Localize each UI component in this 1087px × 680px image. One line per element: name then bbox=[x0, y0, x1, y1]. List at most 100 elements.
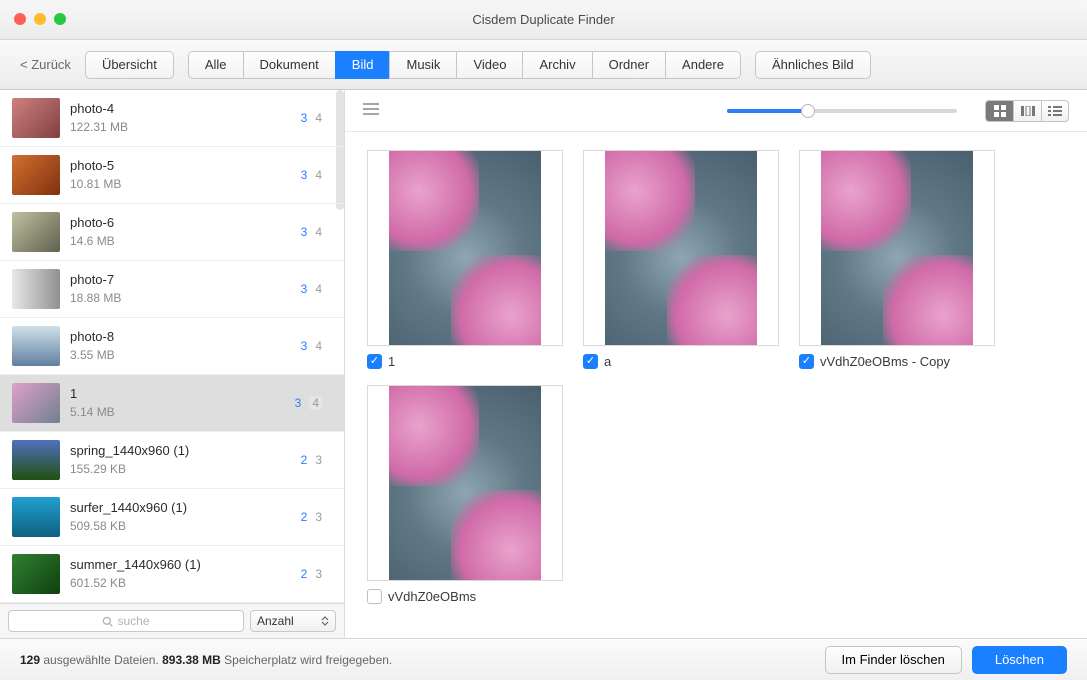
list-item-counts: 34 bbox=[295, 396, 322, 410]
overview-button[interactable]: Übersicht bbox=[85, 51, 174, 79]
close-icon[interactable] bbox=[14, 13, 26, 25]
thumbnail-grid: 1 a vVdhZ0eOBms - Copy vVdhZ0eOBms bbox=[367, 150, 1065, 604]
list-item-counts: 34 bbox=[301, 225, 322, 239]
delete-in-finder-button[interactable]: Im Finder löschen bbox=[825, 646, 962, 674]
list-thumbnail bbox=[12, 497, 60, 537]
list-item[interactable]: spring_1440x960 (1)155.29 KB23 bbox=[0, 432, 344, 489]
thumbnail-caption: a bbox=[583, 354, 783, 369]
list-item-counts: 23 bbox=[301, 567, 322, 581]
thumbnail-image bbox=[799, 150, 995, 346]
list-item-size: 10.81 MB bbox=[70, 177, 332, 193]
tab-ordner[interactable]: Ordner bbox=[592, 51, 665, 79]
select-checkbox[interactable] bbox=[583, 354, 598, 369]
stepper-icon bbox=[321, 616, 329, 626]
list-item-counts: 23 bbox=[301, 510, 322, 524]
search-input[interactable]: suche bbox=[8, 610, 244, 632]
back-button[interactable]: < Zurück bbox=[20, 57, 71, 72]
list-item-text: photo-8 3.55 MB bbox=[70, 329, 332, 363]
list-item-name: photo-8 bbox=[70, 329, 332, 346]
list-item-name: 1 bbox=[70, 386, 332, 403]
list-item[interactable]: summer_1440x960 (1) 601.52 KB23 bbox=[0, 546, 344, 603]
minimize-icon[interactable] bbox=[34, 13, 46, 25]
count-selected: 3 bbox=[301, 225, 308, 239]
list-view-button[interactable] bbox=[1041, 100, 1069, 122]
column-view-button[interactable] bbox=[1013, 100, 1041, 122]
tab-archiv[interactable]: Archiv bbox=[522, 51, 591, 79]
count-selected: 3 bbox=[301, 168, 308, 182]
list-thumbnail bbox=[12, 383, 60, 423]
select-checkbox[interactable] bbox=[367, 354, 382, 369]
grid-area[interactable]: 1 a vVdhZ0eOBms - Copy vVdhZ0eOBms bbox=[345, 132, 1087, 638]
thumbnail-size-slider[interactable] bbox=[727, 109, 957, 113]
tab-video[interactable]: Video bbox=[456, 51, 522, 79]
list-item[interactable]: photo-5 10.81 MB34 bbox=[0, 147, 344, 204]
view-mode-group bbox=[985, 100, 1069, 122]
list-thumbnail bbox=[12, 155, 60, 195]
count-total: 4 bbox=[315, 282, 322, 296]
thumbnail-label: 1 bbox=[388, 354, 395, 369]
list-item-name: surfer_1440x960 (1) bbox=[70, 500, 332, 517]
count-total: 4 bbox=[309, 396, 322, 410]
sort-select[interactable]: Anzahl bbox=[250, 610, 336, 632]
list-thumbnail bbox=[12, 269, 60, 309]
thumbnail-card[interactable]: 1 bbox=[367, 150, 567, 369]
list-item[interactable]: surfer_1440x960 (1) 509.58 KB23 bbox=[0, 489, 344, 546]
titlebar: Cisdem Duplicate Finder bbox=[0, 0, 1087, 40]
delete-button[interactable]: Löschen bbox=[972, 646, 1067, 674]
list-item[interactable]: photo-614.6 MB34 bbox=[0, 204, 344, 261]
count-total: 3 bbox=[315, 510, 322, 524]
list-item-name: spring_1440x960 (1) bbox=[70, 443, 332, 460]
list-item-text: photo-614.6 MB bbox=[70, 215, 332, 249]
count-total: 4 bbox=[315, 168, 322, 182]
list-item[interactable]: photo-83.55 MB34 bbox=[0, 318, 344, 375]
list-item[interactable]: photo-718.88 MB34 bbox=[0, 261, 344, 318]
tab-andere[interactable]: Andere bbox=[665, 51, 741, 79]
thumbnail-card[interactable]: a bbox=[583, 150, 783, 369]
sidebar: photo-4122.31 MB34photo-510.81 MB34photo… bbox=[0, 90, 345, 638]
maximize-icon[interactable] bbox=[54, 13, 66, 25]
tab-bild[interactable]: Bild bbox=[335, 51, 390, 79]
list-item-text: surfer_1440x960 (1) 509.58 KB bbox=[70, 500, 332, 534]
list-item-size: 509.58 KB bbox=[70, 519, 332, 535]
count-selected: 3 bbox=[301, 111, 308, 125]
list-item-size: 601.52 KB bbox=[70, 576, 332, 592]
select-checkbox[interactable] bbox=[367, 589, 382, 604]
file-list[interactable]: photo-4122.31 MB34photo-510.81 MB34photo… bbox=[0, 90, 344, 603]
list-item-size: 3.55 MB bbox=[70, 348, 332, 364]
list-item-name: photo-5 bbox=[70, 158, 332, 175]
thumbnail-image bbox=[367, 385, 563, 581]
search-placeholder: suche bbox=[117, 614, 149, 628]
list-thumbnail bbox=[12, 440, 60, 480]
list-menu-icon[interactable] bbox=[363, 103, 379, 118]
toolbar: < Zurück Übersicht AlleDokumentBildMusik… bbox=[0, 40, 1087, 90]
count-selected: 2 bbox=[301, 453, 308, 467]
list-item[interactable]: 15.14 MB34 bbox=[0, 375, 344, 432]
count-selected: 3 bbox=[295, 396, 302, 410]
tab-dokument[interactable]: Dokument bbox=[243, 51, 335, 79]
thumbnail-card[interactable]: vVdhZ0eOBms - Copy bbox=[799, 150, 999, 369]
list-item-counts: 34 bbox=[301, 168, 322, 182]
list-thumbnail bbox=[12, 212, 60, 252]
statusbar: 129 ausgewählte Dateien. 893.38 MB Speic… bbox=[0, 638, 1087, 680]
search-icon bbox=[102, 616, 113, 627]
list-item[interactable]: photo-4122.31 MB34 bbox=[0, 90, 344, 147]
list-item-counts: 23 bbox=[301, 453, 322, 467]
category-tabs: AlleDokumentBildMusikVideoArchivOrdnerAn… bbox=[188, 51, 741, 79]
window-title: Cisdem Duplicate Finder bbox=[472, 12, 614, 27]
count-total: 3 bbox=[315, 453, 322, 467]
thumbnail-image bbox=[367, 150, 563, 346]
tab-musik[interactable]: Musik bbox=[389, 51, 456, 79]
list-thumbnail bbox=[12, 98, 60, 138]
list-item-text: spring_1440x960 (1)155.29 KB bbox=[70, 443, 332, 477]
thumbnail-card[interactable]: vVdhZ0eOBms bbox=[367, 385, 567, 604]
list-item-name: photo-7 bbox=[70, 272, 332, 289]
status-text: 129 ausgewählte Dateien. 893.38 MB Speic… bbox=[20, 653, 392, 667]
count-total: 3 bbox=[315, 567, 322, 581]
grid-view-button[interactable] bbox=[985, 100, 1013, 122]
list-item-text: summer_1440x960 (1) 601.52 KB bbox=[70, 557, 332, 591]
tab-alle[interactable]: Alle bbox=[188, 51, 243, 79]
status-count: 129 bbox=[20, 653, 40, 667]
list-item-name: summer_1440x960 (1) bbox=[70, 557, 332, 574]
select-checkbox[interactable] bbox=[799, 354, 814, 369]
similar-image-button[interactable]: Ähnliches Bild bbox=[755, 51, 871, 79]
